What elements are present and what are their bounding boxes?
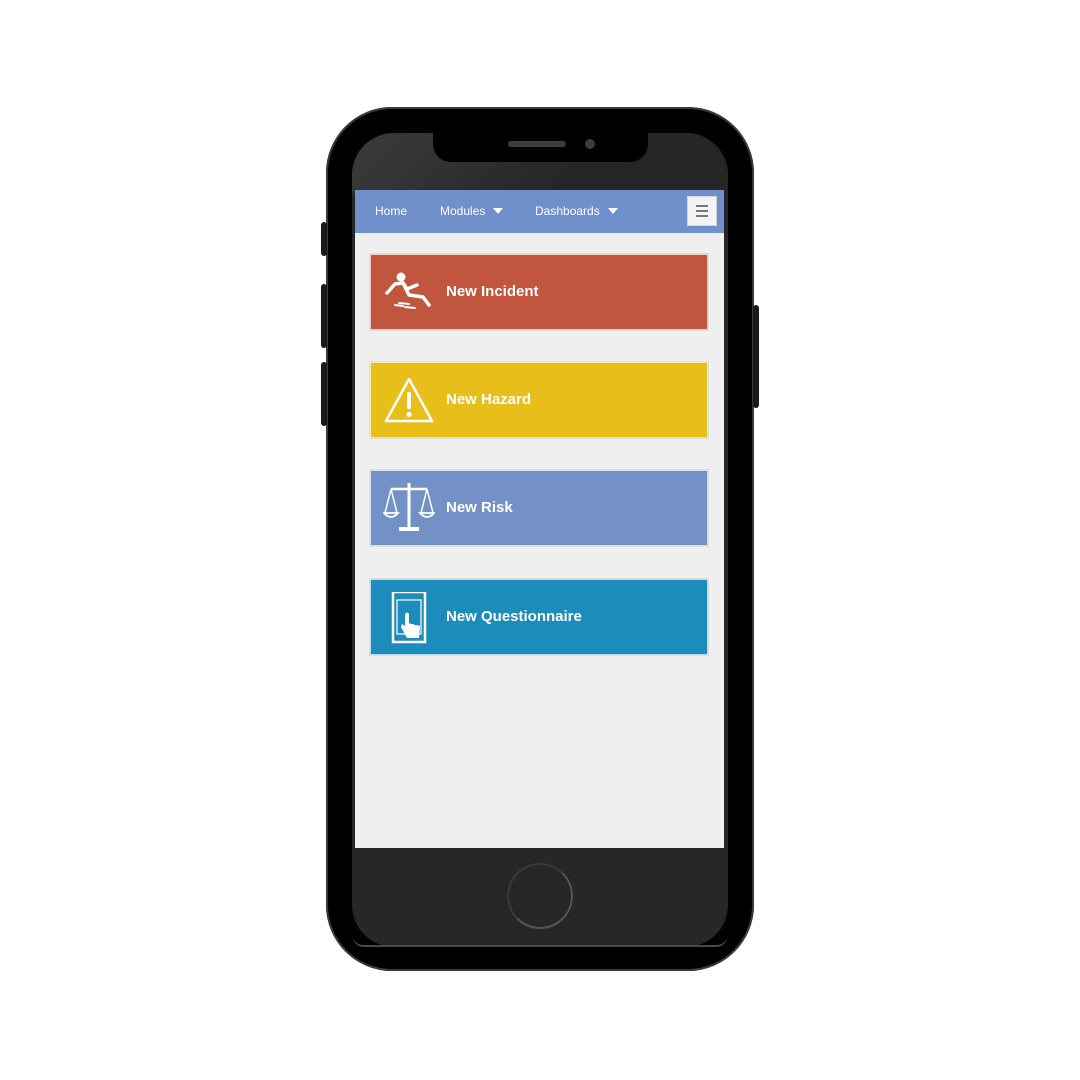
- new-hazard-tile[interactable]: New Hazard: [369, 361, 709, 439]
- volume-up-button: [321, 284, 327, 348]
- tile-label: New Questionnaire: [446, 608, 582, 625]
- speaker-grille: [508, 141, 566, 147]
- app-screen: Home Modules Dashboards New Incident New…: [355, 190, 724, 848]
- nav-home-label: Home: [375, 204, 408, 218]
- nav-home[interactable]: Home: [375, 204, 407, 218]
- nav-dashboards-dropdown[interactable]: Dashboards: [535, 204, 618, 218]
- tablet-touch-icon: [391, 592, 427, 644]
- caret-down-icon: [493, 208, 504, 214]
- volume-down-button: [321, 362, 327, 426]
- nav-dashboards-label: Dashboards: [535, 204, 600, 218]
- scales-icon: [383, 483, 435, 531]
- new-questionnaire-tile[interactable]: New Questionnaire: [369, 578, 709, 656]
- hamburger-menu-button[interactable]: [687, 196, 717, 226]
- front-camera: [585, 139, 595, 149]
- slip-fall-icon: [385, 272, 431, 309]
- mute-switch: [321, 222, 327, 256]
- new-incident-tile[interactable]: New Incident: [369, 253, 709, 331]
- top-navbar: Home Modules Dashboards: [355, 190, 724, 233]
- caret-down-icon: [607, 208, 618, 214]
- power-button: [753, 305, 759, 408]
- new-risk-tile[interactable]: New Risk: [369, 469, 709, 547]
- home-button[interactable]: [507, 863, 573, 929]
- tile-label: New Risk: [446, 499, 513, 516]
- nav-modules-dropdown[interactable]: Modules: [440, 204, 504, 218]
- tile-label: New Hazard: [446, 391, 532, 408]
- tile-label: New Incident: [446, 283, 539, 300]
- hamburger-icon: [696, 205, 708, 207]
- nav-modules-label: Modules: [440, 204, 486, 218]
- warning-triangle-icon: [384, 377, 434, 423]
